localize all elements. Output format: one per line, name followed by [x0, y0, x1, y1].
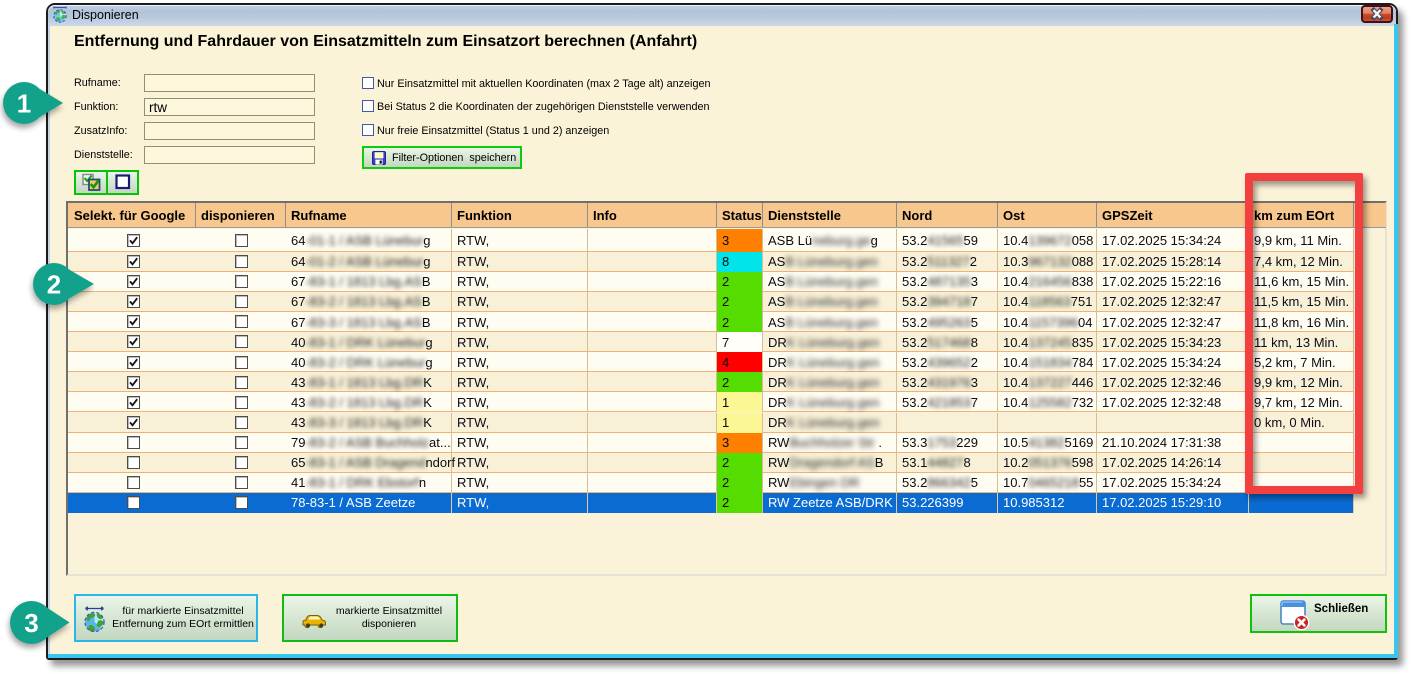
svg-text:2: 2 — [47, 270, 61, 300]
svg-text:1: 1 — [17, 89, 31, 119]
svg-text:3: 3 — [24, 608, 38, 638]
